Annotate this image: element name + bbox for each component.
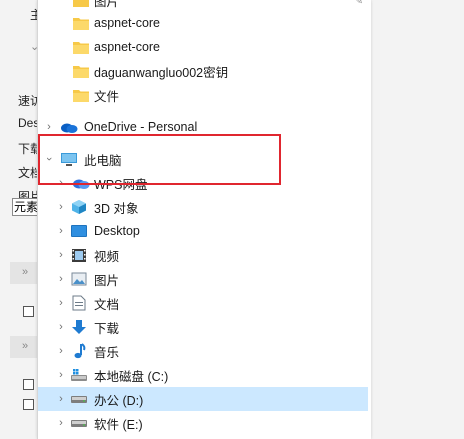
folder-icon bbox=[72, 63, 90, 79]
tree-item-daguanwangluo[interactable]: daguanwangluo002密钥 bbox=[38, 59, 368, 83]
pictures-icon bbox=[70, 271, 88, 287]
tree-item-label: aspnet-core bbox=[94, 16, 161, 30]
bg-checkbox[interactable] bbox=[23, 379, 34, 390]
video-icon bbox=[70, 247, 88, 263]
chevron-right-icon[interactable]: › bbox=[44, 121, 54, 133]
chevron-right-icon[interactable]: › bbox=[56, 345, 66, 357]
drive-icon bbox=[70, 391, 88, 407]
tree-item-desktop[interactable]: › Desktop bbox=[38, 219, 368, 243]
tree-item-label: 图片 bbox=[94, 273, 120, 288]
tree-item-label: 图片 bbox=[94, 0, 120, 9]
tree-item-files[interactable]: 文件 bbox=[38, 83, 368, 107]
chevron-right-icon[interactable]: › bbox=[56, 369, 66, 381]
tree-item-label: 软件 (E:) bbox=[94, 417, 143, 432]
tree-item-label: 文档 bbox=[94, 297, 120, 312]
folder-icon bbox=[72, 0, 90, 8]
documents-icon bbox=[70, 295, 88, 311]
tree-item-aspnet-core-1[interactable]: aspnet-core bbox=[38, 11, 368, 35]
navigation-pane[interactable]: 图片 ✎ aspnet-core aspnet-core daguanwangl… bbox=[37, 0, 371, 439]
download-icon bbox=[70, 319, 88, 335]
pin-icon[interactable]: ✎ bbox=[354, 0, 363, 7]
tree-item-videos[interactable]: › 视频 bbox=[38, 243, 368, 267]
bg-checkbox[interactable] bbox=[23, 306, 34, 317]
chevron-right-icon[interactable]: › bbox=[56, 321, 66, 333]
chevron-right-icon[interactable]: › bbox=[56, 297, 66, 309]
tree-item-label: 3D 对象 bbox=[94, 201, 139, 216]
tree-item-label: Desktop bbox=[94, 224, 140, 238]
tree-item-label: 下载 bbox=[94, 321, 120, 336]
chevron-right-icon[interactable]: › bbox=[56, 417, 66, 429]
chevron-right-icon[interactable]: › bbox=[56, 273, 66, 285]
chevron-right-icon[interactable]: › bbox=[56, 201, 66, 213]
chevron-right-icon[interactable]: › bbox=[56, 249, 66, 261]
folder-icon bbox=[72, 15, 90, 31]
tree-item-drive-e[interactable]: › 软件 (E:) bbox=[38, 411, 368, 435]
bg-collapse-icon[interactable]: » bbox=[22, 266, 28, 278]
tree-item-aspnet-core-2[interactable]: aspnet-core bbox=[38, 35, 368, 59]
music-icon bbox=[70, 343, 88, 359]
tree-item-label: 本地磁盘 (C:) bbox=[94, 369, 169, 384]
onedrive-cloud-icon bbox=[60, 119, 78, 135]
tree-item-label: aspnet-core bbox=[94, 40, 161, 54]
tree-item-downloads[interactable]: › 下载 bbox=[38, 315, 368, 339]
highlight-box bbox=[38, 134, 281, 185]
bg-checkbox[interactable] bbox=[23, 399, 34, 410]
folder-icon bbox=[72, 39, 90, 55]
tree-item-pictures[interactable]: › 图片 bbox=[38, 267, 368, 291]
tree-item-label: daguanwangluo002密钥 bbox=[94, 65, 229, 80]
chevron-right-icon[interactable]: › bbox=[56, 225, 66, 237]
3d-objects-icon bbox=[70, 199, 88, 215]
chevron-right-icon[interactable]: › bbox=[56, 393, 66, 405]
tree-item-drive-d[interactable]: › 办公 (D:) bbox=[38, 387, 368, 411]
windows-drive-icon bbox=[70, 367, 88, 383]
bg-collapse-icon[interactable]: » bbox=[22, 340, 28, 352]
folder-icon bbox=[72, 87, 90, 103]
tree-item-label: 办公 (D:) bbox=[94, 393, 144, 408]
desktop-icon bbox=[70, 223, 88, 239]
tree-item-label: 视频 bbox=[94, 249, 120, 264]
tree-item-documents[interactable]: › 文档 bbox=[38, 291, 368, 315]
tree-item-3d-objects[interactable]: › 3D 对象 bbox=[38, 195, 368, 219]
tree-item-label: OneDrive - Personal bbox=[84, 120, 198, 134]
drive-icon bbox=[70, 415, 88, 431]
tree-item-music[interactable]: › 音乐 bbox=[38, 339, 368, 363]
tree-item-label: 文件 bbox=[94, 89, 120, 104]
tree-item-drive-c[interactable]: › 本地磁盘 (C:) bbox=[38, 363, 368, 387]
tree-item-label: 音乐 bbox=[94, 345, 120, 360]
